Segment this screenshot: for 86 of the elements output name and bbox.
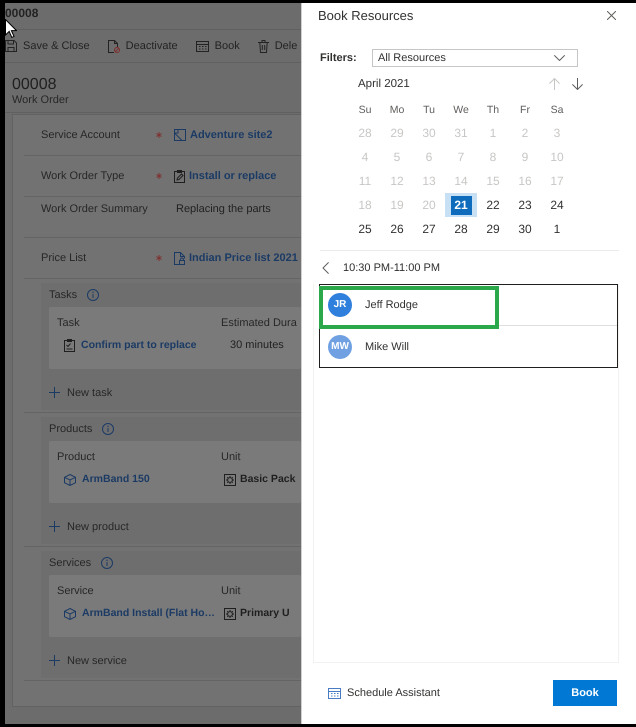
calendar-day[interactable]: 21 bbox=[445, 193, 477, 217]
book-button[interactable]: Book bbox=[196, 39, 240, 53]
cube-icon bbox=[64, 474, 76, 486]
table-cell: 30 minutes bbox=[230, 339, 284, 352]
field-label: Work Order Type bbox=[41, 170, 126, 182]
weekday-label: We bbox=[453, 103, 469, 118]
calendar-day[interactable]: 1 bbox=[541, 217, 573, 241]
weekday-label: Su bbox=[358, 103, 372, 118]
column-header: Task bbox=[57, 317, 81, 330]
weekday-label: Sa bbox=[550, 103, 564, 118]
subgrid-title: Services bbox=[49, 557, 92, 569]
lookup-link[interactable]: Install or replace bbox=[189, 170, 276, 182]
book-button[interactable]: Book bbox=[553, 680, 617, 706]
column-header: Service bbox=[57, 585, 95, 598]
document-blocked-icon bbox=[108, 40, 120, 52]
record-link[interactable]: ArmBand 150 bbox=[82, 473, 150, 486]
record-link[interactable]: ArmBand Install (Flat Ho… bbox=[82, 607, 216, 620]
info-icon[interactable] bbox=[101, 557, 114, 569]
column-header: Product bbox=[57, 451, 96, 464]
subgrid-title: Tasks bbox=[49, 289, 78, 301]
unit-link[interactable]: Primary U bbox=[240, 607, 290, 620]
info-icon[interactable] bbox=[102, 423, 114, 435]
field-label: Price List bbox=[41, 252, 88, 264]
plus-icon bbox=[49, 521, 60, 532]
weekday-label: Th bbox=[486, 103, 500, 118]
square-arrow-icon bbox=[174, 129, 186, 141]
filter-dropdown[interactable]: All Resources bbox=[372, 49, 578, 67]
column-header: Estimated Dura bbox=[221, 317, 297, 330]
close-icon[interactable] bbox=[607, 11, 616, 20]
column-header: Unit bbox=[221, 451, 241, 464]
timeslot-label: 10:30 PM-11:00 PM bbox=[343, 262, 440, 274]
info-icon[interactable] bbox=[87, 289, 100, 301]
clipboard-icon bbox=[64, 339, 75, 352]
new-record-button[interactable]: New task bbox=[49, 375, 112, 410]
plus-icon bbox=[49, 655, 60, 666]
subgrid-title: Products bbox=[49, 423, 92, 435]
trash-icon bbox=[258, 40, 269, 52]
delete-button[interactable]: Dele bbox=[258, 39, 298, 53]
calendar-icon bbox=[196, 40, 209, 52]
record-number: 00008 bbox=[12, 76, 56, 94]
avatar: JR bbox=[328, 293, 352, 317]
gear-box-icon bbox=[224, 608, 236, 620]
deactivate-button[interactable]: Deactivate bbox=[108, 39, 178, 53]
record-title: 00008 bbox=[5, 6, 38, 20]
save-close-button[interactable]: Save & Close bbox=[5, 39, 90, 53]
unit-link[interactable]: Basic Pack bbox=[240, 473, 296, 486]
calendar-day[interactable]: 29 bbox=[477, 217, 509, 241]
field-label: Work Order Summary bbox=[41, 203, 149, 216]
resource-name[interactable]: Jeff Rodge bbox=[365, 299, 418, 311]
new-record-button[interactable]: New product bbox=[49, 509, 129, 544]
document-icon bbox=[174, 252, 185, 264]
avatar: MW bbox=[328, 334, 352, 358]
save-icon bbox=[5, 40, 17, 52]
new-record-button[interactable]: New service bbox=[49, 643, 127, 678]
plus-icon bbox=[49, 387, 60, 398]
calendar-day[interactable]: 30 bbox=[509, 217, 541, 241]
calendar-day[interactable]: 24 bbox=[541, 193, 573, 217]
weekday-label: Tu bbox=[423, 103, 435, 118]
calendar-day[interactable]: 28 bbox=[445, 217, 477, 241]
lookup-link[interactable]: Indian Price list 2021 bbox=[189, 252, 298, 264]
calendar-day[interactable]: 25 bbox=[349, 217, 381, 241]
cube-icon bbox=[64, 608, 76, 620]
gear-box-icon bbox=[224, 474, 236, 486]
lookup-link[interactable]: Adventure site2 bbox=[190, 128, 273, 142]
field-label: Service Account bbox=[41, 128, 121, 142]
field-value: Replacing the parts bbox=[176, 203, 271, 216]
weekday-label: Fr bbox=[520, 103, 530, 118]
month-label: April 2021 bbox=[358, 78, 410, 90]
filter-label: Filters: bbox=[320, 52, 358, 64]
cursor-icon bbox=[5, 19, 17, 38]
resource-name[interactable]: Mike Will bbox=[365, 340, 409, 352]
arrow-down-icon[interactable] bbox=[572, 78, 583, 90]
panel-title: Book Resources bbox=[318, 8, 414, 24]
calendar-icon bbox=[328, 687, 341, 699]
chevron-left-icon[interactable] bbox=[322, 262, 329, 274]
record-link[interactable]: Confirm part to replace bbox=[81, 339, 197, 352]
schedule-assistant-link[interactable]: Schedule Assistant bbox=[328, 680, 440, 706]
calendar-day[interactable]: 23 bbox=[509, 193, 541, 217]
column-header: Unit bbox=[221, 585, 241, 598]
weekday-label: Mo bbox=[390, 103, 404, 118]
clipboard-icon bbox=[174, 170, 185, 182]
calendar-day[interactable]: 22 bbox=[477, 193, 509, 217]
calendar-day[interactable]: 26 bbox=[381, 217, 413, 241]
calendar-day[interactable]: 27 bbox=[413, 217, 445, 241]
chevron-down-icon bbox=[554, 55, 565, 61]
entity-name: Work Order bbox=[12, 94, 69, 107]
